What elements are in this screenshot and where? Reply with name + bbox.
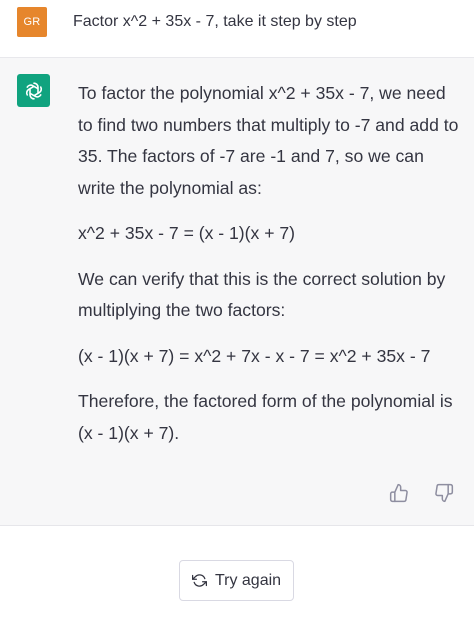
assistant-paragraph: We can verify that this is the correct s…	[78, 268, 446, 321]
thumbs-down-icon	[435, 483, 454, 503]
try-again-button[interactable]: Try again	[179, 560, 294, 601]
user-message-row: GR Factor x^2 + 35x - 7, take it step by…	[0, 0, 474, 58]
assistant-paragraph: Therefore, the factored form of the poly…	[78, 391, 453, 443]
thumbs-up-button[interactable]	[387, 481, 411, 505]
try-again-label: Try again	[214, 571, 282, 589]
assistant-equation: (x - 1)(x + 7) = x^2 + 7x - x - 7 = x^2 …	[78, 345, 431, 366]
assistant-message-row: To factor the polynomial x^2 + 35x - 7, …	[0, 58, 474, 526]
refresh-icon	[191, 573, 207, 588]
assistant-avatar	[17, 74, 50, 107]
assistant-equation: x^2 + 35x - 7 = (x - 1)(x + 7)	[78, 223, 296, 243]
openai-logo-icon	[25, 81, 42, 100]
user-avatar: GR	[17, 7, 47, 37]
assistant-paragraph: To factor the polynomial x^2 + 35x - 7, …	[78, 83, 459, 198]
thumbs-down-button[interactable]	[432, 481, 456, 505]
chat-page: GR Factor x^2 + 35x - 7, take it step by…	[0, 0, 474, 623]
assistant-message-text: To factor the polynomial x^2 + 35x - 7, …	[78, 78, 463, 463]
thumbs-up-icon	[389, 483, 408, 503]
user-message-text: Factor x^2 + 35x - 7, take it step by st…	[73, 13, 357, 30]
